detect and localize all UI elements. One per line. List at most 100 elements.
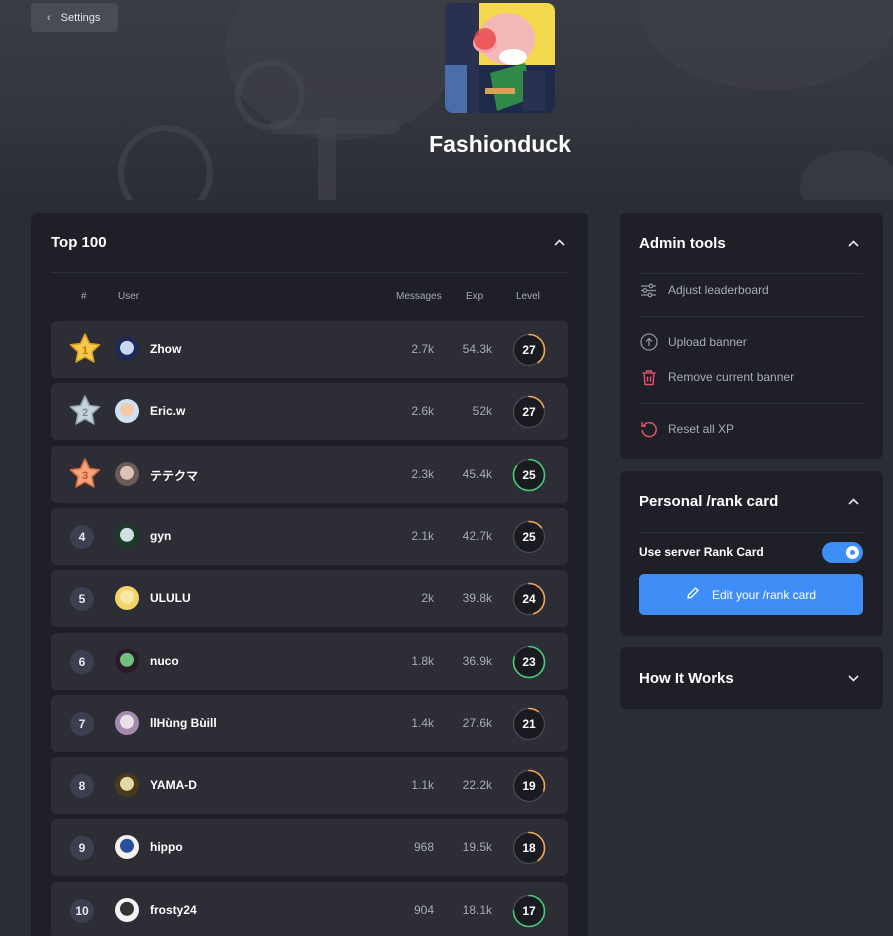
divider: [639, 273, 862, 274]
username[interactable]: YAMA-D: [150, 778, 197, 792]
avatar[interactable]: [115, 399, 139, 424]
expand-how-it-works-button[interactable]: [844, 669, 862, 687]
exp-value: 52k: [472, 404, 492, 419]
avatar[interactable]: [115, 523, 139, 548]
exp-value: 45.4k: [462, 466, 492, 481]
adjust-leaderboard-button[interactable]: Adjust leaderboard: [639, 280, 769, 300]
username[interactable]: hippo: [150, 840, 183, 854]
edit-rank-card-button[interactable]: Edit your /rank card: [639, 574, 863, 615]
level-number: 18: [522, 841, 536, 856]
remove-banner-button[interactable]: Remove current banner: [639, 367, 794, 387]
message-count: 968: [413, 840, 434, 855]
leaderboard-row[interactable]: 3 テテクマ 2.3k 45.4k 25: [51, 445, 568, 503]
leaderboard-header: Top 100: [51, 213, 568, 273]
exp-value: 19.5k: [462, 840, 492, 855]
leaderboard-row[interactable]: 1 Zhow 2.7k 54.3k 27: [51, 321, 568, 378]
username[interactable]: nuco: [150, 654, 179, 668]
username[interactable]: ULULU: [150, 591, 191, 605]
message-count: 2.7k: [411, 342, 434, 356]
server-rank-card-setting: Use server Rank Card: [639, 541, 863, 563]
exp-value: 27.6k: [462, 715, 492, 730]
rank-number: 4: [70, 524, 94, 549]
collapse-rank-card-button[interactable]: [844, 492, 862, 510]
avatar[interactable]: [115, 773, 139, 798]
admin-tools-title: Admin tools: [639, 234, 726, 252]
collapse-leaderboard-button[interactable]: [550, 234, 568, 252]
collapse-admin-tools-button[interactable]: [844, 234, 862, 252]
username[interactable]: Eric.w: [150, 404, 185, 418]
upload-banner-button[interactable]: Upload banner: [639, 332, 747, 352]
avatar[interactable]: [115, 710, 139, 735]
level-number: 27: [522, 405, 536, 420]
rank-number: 8: [70, 774, 94, 799]
exp-value: 22.2k: [462, 778, 492, 793]
username[interactable]: Zhow: [150, 342, 181, 356]
message-count: 1.8k: [411, 653, 434, 668]
pencil-icon: [686, 586, 700, 603]
rank-card-title: Personal /rank card: [639, 492, 779, 510]
rank-number: 10: [70, 898, 94, 923]
upload-icon: [639, 333, 658, 352]
reset-xp-button[interactable]: Reset all XP: [639, 419, 734, 439]
level-number: 17: [522, 903, 536, 918]
remove-banner-label: Remove current banner: [668, 370, 795, 384]
leaderboard-row[interactable]: 2 Eric.w 2.6k 52k 27: [51, 383, 568, 441]
level-number: 25: [522, 467, 536, 482]
level-progress-ring: 19: [512, 769, 546, 803]
level-number: 21: [522, 716, 536, 731]
leaderboard-row[interactable]: 8 YAMA-D 1.1k 22.2k 19: [51, 757, 568, 815]
rank-card-header: Personal /rank card: [639, 471, 862, 531]
level-number: 19: [522, 779, 536, 794]
leaderboard-row[interactable]: 5 ULULU 2k 39.8k 24: [51, 570, 568, 628]
server-rank-card-toggle[interactable]: [822, 541, 863, 563]
avatar[interactable]: [115, 461, 139, 486]
username[interactable]: テテクマ: [150, 467, 198, 484]
sliders-icon: [639, 281, 658, 300]
reset-xp-label: Reset all XP: [668, 422, 735, 436]
level-number: 27: [522, 343, 536, 357]
level-progress-ring: 25: [512, 520, 546, 554]
how-it-works-header[interactable]: How It Works: [639, 647, 862, 709]
leaderboard-row[interactable]: 6 nuco 1.8k 36.9k 23: [51, 632, 568, 690]
username[interactable]: llHùng Bùill: [150, 716, 217, 730]
avatar[interactable]: [115, 835, 139, 860]
back-to-settings-button[interactable]: ‹ Settings: [31, 3, 118, 32]
rank-number: 6: [70, 649, 94, 674]
username[interactable]: frosty24: [150, 903, 197, 917]
leaderboard-row[interactable]: 9 hippo 968 19.5k 18: [51, 819, 568, 877]
medal-star-icon: 2: [69, 395, 101, 426]
chevron-up-icon: [847, 497, 859, 505]
avatar[interactable]: [115, 586, 139, 611]
server-name-wrap: Fashionduck: [0, 131, 893, 158]
back-button-label: Settings: [60, 11, 101, 24]
rank-number: 2: [82, 407, 88, 419]
upload-banner-label: Upload banner: [668, 335, 747, 349]
rank-number: 5: [70, 587, 94, 612]
message-count: 1.4k: [411, 715, 434, 730]
leaderboard-row[interactable]: 7 llHùng Bùill 1.4k 27.6k 21: [51, 694, 568, 752]
column-rank: #: [81, 291, 87, 302]
reset-icon: [639, 420, 658, 439]
how-it-works-title: How It Works: [639, 669, 734, 687]
rank-number: 9: [70, 836, 94, 861]
column-exp: Exp: [466, 291, 484, 302]
level-progress-ring: 25: [512, 458, 546, 492]
level-progress-ring: 27: [512, 333, 546, 367]
exp-value: 18.1k: [462, 902, 492, 917]
message-count: 2.3k: [411, 466, 434, 481]
divider: [639, 316, 862, 317]
avatar[interactable]: [115, 897, 139, 922]
level-progress-ring: 17: [512, 894, 546, 928]
leaderboard-row[interactable]: 10 frosty24 904 18.1k 17: [51, 881, 568, 936]
medal-star-icon: 1: [69, 333, 101, 363]
level-number: 23: [522, 654, 536, 669]
leaderboard-row[interactable]: 4 gyn 2.1k 42.7k 25: [51, 507, 568, 565]
message-count: 1.1k: [411, 778, 434, 793]
level-progress-ring: 27: [512, 395, 546, 429]
message-count: 2.6k: [411, 404, 434, 419]
avatar[interactable]: [115, 648, 139, 673]
admin-tools-panel: Admin tools Adjust leaderboard Upload ba…: [620, 213, 883, 459]
username[interactable]: gyn: [150, 529, 171, 543]
how-it-works-panel: How It Works: [620, 647, 883, 709]
avatar[interactable]: [115, 337, 139, 361]
